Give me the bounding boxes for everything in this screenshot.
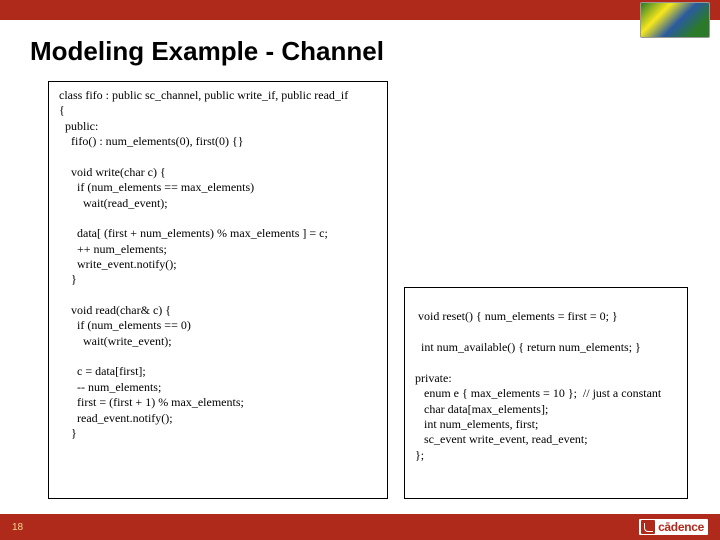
brazil-flag-emblem bbox=[640, 2, 710, 38]
slide-title: Modeling Example - Channel bbox=[0, 20, 720, 77]
logo-mark-icon bbox=[641, 520, 655, 534]
logo-text: cādence bbox=[658, 520, 704, 534]
footer-bar: 18 cādence bbox=[0, 514, 720, 540]
page-number: 18 bbox=[12, 522, 23, 533]
code-block-left: class fifo : public sc_channel, public w… bbox=[48, 81, 388, 499]
code-block-right: void reset() { num_elements = first = 0;… bbox=[404, 287, 688, 499]
cadence-logo: cādence bbox=[639, 519, 708, 535]
header-bar bbox=[0, 0, 720, 20]
